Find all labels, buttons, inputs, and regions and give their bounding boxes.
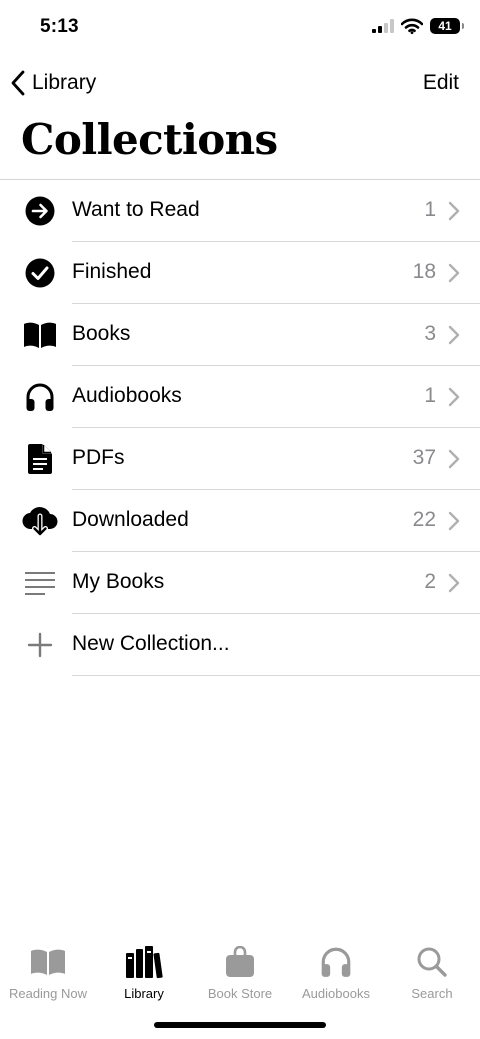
headphones-icon: [22, 379, 58, 415]
chevron-right-icon: [448, 449, 460, 469]
new-collection-button[interactable]: New Collection...: [0, 614, 480, 676]
checkmark-circle-icon: [22, 255, 58, 291]
cloud-download-icon: [22, 503, 58, 539]
tab-bar: Reading Now Library Book Store Audiobook…: [0, 934, 480, 1014]
chevron-right-icon: [448, 387, 460, 407]
home-indicator: [154, 1022, 326, 1028]
collection-row-downloaded[interactable]: Downloaded 22: [0, 490, 480, 552]
magnifying-glass-icon: [416, 942, 448, 982]
collection-row-finished[interactable]: Finished 18: [0, 242, 480, 304]
row-divider: [72, 675, 480, 676]
headphones-icon: [319, 942, 353, 982]
collection-row-books[interactable]: Books 3: [0, 304, 480, 366]
collection-label: Audiobooks: [72, 384, 182, 407]
collection-row-pdfs[interactable]: PDFs 37: [0, 428, 480, 490]
navigation-bar: Library Edit: [0, 62, 480, 106]
cellular-signal-icon: [372, 19, 394, 33]
tab-book-store[interactable]: Book Store: [192, 934, 288, 1014]
arrow-right-circle-icon: [22, 193, 58, 229]
collection-count: 37: [412, 446, 436, 469]
chevron-right-icon: [448, 511, 460, 531]
collection-label: Books: [72, 322, 131, 345]
battery-cap: [462, 23, 464, 29]
chevron-right-icon: [448, 325, 460, 345]
tab-label: Audiobooks: [302, 986, 370, 1001]
battery-level: 41: [438, 19, 452, 33]
collection-count: 1: [424, 198, 436, 221]
open-book-icon: [22, 317, 58, 353]
status-time: 5:13: [40, 16, 79, 37]
shopping-bag-icon: [225, 942, 255, 982]
document-icon: [22, 441, 58, 477]
collection-count: 1: [424, 384, 436, 407]
edit-button[interactable]: Edit: [423, 71, 459, 95]
back-label: Library: [32, 71, 97, 94]
tab-audiobooks[interactable]: Audiobooks: [288, 934, 384, 1014]
collection-row-want-to-read[interactable]: Want to Read 1: [0, 180, 480, 242]
tab-label: Library: [124, 986, 164, 1001]
collection-label: Finished: [72, 260, 152, 283]
collection-row-audiobooks[interactable]: Audiobooks 1: [0, 366, 480, 428]
status-icons: 41: [372, 18, 464, 34]
collection-label: My Books: [72, 570, 165, 593]
tab-label: Reading Now: [8, 986, 88, 1001]
new-collection-label: New Collection...: [72, 632, 230, 655]
collection-row-my-books[interactable]: My Books 2: [0, 552, 480, 614]
collection-label: PDFs: [72, 446, 125, 469]
collection-count: 3: [424, 322, 436, 345]
page-title: Collections: [21, 115, 278, 164]
list-lines-icon: [22, 565, 58, 601]
tab-label: Search: [411, 986, 453, 1001]
battery-icon: 41: [430, 18, 464, 34]
collection-count: 2: [424, 570, 436, 593]
tab-label: Book Store: [207, 986, 273, 1001]
chevron-right-icon: [448, 263, 460, 283]
tab-library[interactable]: Library: [96, 934, 192, 1014]
back-button[interactable]: Library: [10, 69, 96, 97]
collection-label: Want to Read: [72, 198, 200, 221]
chevron-right-icon: [448, 573, 460, 593]
tab-search[interactable]: Search: [384, 934, 480, 1014]
collection-count: 18: [412, 260, 436, 283]
wifi-icon: [401, 18, 423, 34]
plus-icon: [22, 627, 58, 663]
chevron-left-icon: [11, 70, 25, 96]
collection-list: Want to Read 1 Finished 18 Books 3 Audio…: [0, 180, 480, 676]
tab-reading-now[interactable]: Reading Now: [0, 934, 96, 1014]
collection-count: 22: [412, 508, 436, 531]
chevron-right-icon: [448, 201, 460, 221]
collection-label: Downloaded: [72, 508, 189, 531]
library-books-icon: [125, 942, 163, 982]
book-icon: [30, 942, 66, 982]
status-bar: 5:13 41: [0, 0, 480, 56]
